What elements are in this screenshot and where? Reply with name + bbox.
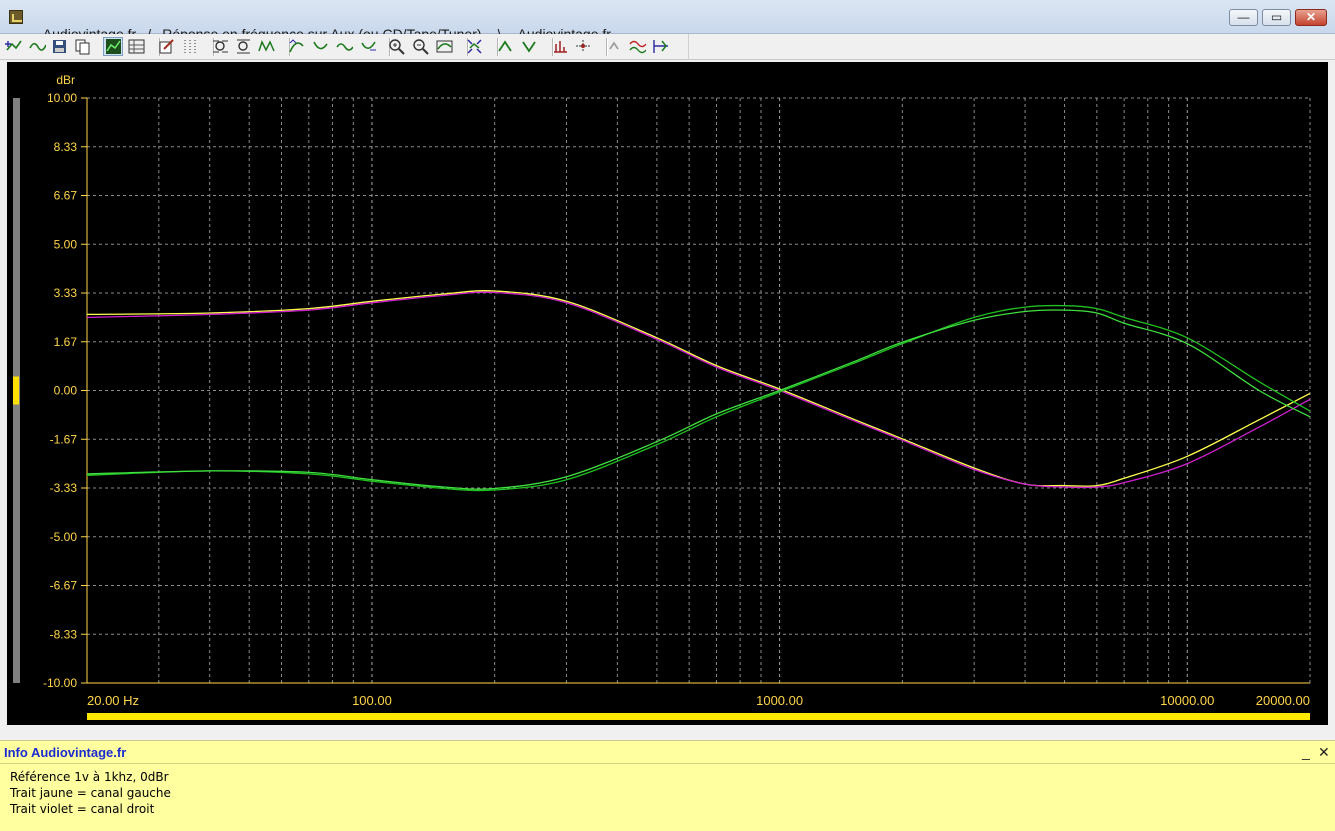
y-tick-label: -6.67 (50, 579, 78, 593)
compare-button[interactable] (627, 37, 647, 56)
horizontal-scrollbar[interactable] (87, 713, 1310, 720)
curve-down-icon (312, 41, 328, 50)
arrow-down-icon (521, 41, 536, 53)
maximize-button[interactable]: ▭ (1262, 9, 1291, 26)
y-tick-label: 3.33 (54, 286, 78, 300)
y-tick-label: -5.00 (50, 530, 78, 544)
edit-icon (159, 39, 174, 54)
save-button[interactable] (49, 37, 69, 56)
info-minimize-button[interactable]: _ (1302, 744, 1310, 760)
toolbar (0, 34, 1335, 60)
curve-shift-button[interactable] (334, 37, 354, 56)
series-line-1 (86, 290, 1311, 487)
info-line-right-channel: Trait violet = canal droit (10, 802, 155, 816)
add-curve-button[interactable] (3, 37, 23, 56)
plot-area: 10.00 8.33 6.67 5.00 3.33 1.67 0.00 -1.67 -3.33 -… (7, 62, 1328, 725)
curve-reset-icon (360, 41, 376, 51)
x-tick-label: 10000.00 (1160, 693, 1214, 708)
info-line-reference: Référence 1v à 1khz, 0dBr (10, 770, 169, 784)
settings-grid-button[interactable] (126, 37, 146, 56)
curve-up-button[interactable] (286, 37, 306, 56)
arrow-down-button[interactable] (519, 37, 539, 56)
y-tick-label: 1.67 (54, 335, 78, 349)
minimize-button[interactable]: — (1229, 9, 1258, 26)
save-icon (52, 40, 66, 53)
y-tick-label: 0.00 (54, 384, 78, 398)
curve-reset-button[interactable] (358, 37, 378, 56)
arrow-up-button[interactable] (495, 37, 515, 56)
zoom-y-button[interactable] (233, 37, 253, 56)
toolbar-edge (688, 34, 689, 60)
title-bar: Audiovintage.fr/Réponse en fréquence sur… (0, 0, 1335, 42)
zoom-y-icon (236, 39, 250, 54)
info-panel-title: Info Audiovintage.fr (4, 745, 127, 760)
dotted-grid-button[interactable] (180, 37, 200, 56)
edit-button[interactable] (156, 37, 176, 56)
arrow-up-icon (497, 40, 512, 52)
curve-down-button[interactable] (310, 37, 330, 56)
x-tick-label: 20.00 Hz (87, 693, 139, 708)
info-divider (0, 763, 1335, 764)
cursor-icon (652, 40, 668, 53)
wave-button[interactable] (27, 37, 47, 56)
zoom-in-button[interactable] (386, 37, 406, 56)
x-tick-label: 20000.00 (1256, 693, 1310, 708)
wave-icon (28, 42, 46, 51)
marker-button[interactable] (573, 37, 593, 56)
marker-icon (575, 40, 591, 52)
info-panel: Info Audiovintage.fr _ ✕ Référence 1v à … (0, 740, 1335, 831)
autoscale-button[interactable] (434, 37, 454, 56)
autoscale-icon (436, 40, 452, 53)
y-tick-label: -10.00 (43, 676, 77, 690)
zoom-x-icon (212, 40, 228, 53)
x-tick-label: 1000.00 (756, 693, 803, 708)
copy-button[interactable] (72, 37, 92, 56)
y-tick-label: -1.67 (50, 432, 78, 446)
copy-icon (75, 39, 89, 55)
info-close-button[interactable]: ✕ (1318, 744, 1330, 761)
fit-icon (466, 39, 482, 54)
series-line-2 (86, 291, 1311, 489)
y-tick-label: 10.00 (47, 91, 77, 105)
undo-button[interactable] (604, 37, 624, 56)
close-button[interactable]: ✕ (1295, 9, 1327, 26)
zoom-in-icon (388, 39, 405, 55)
frequency-response-chart: 10.00 8.33 6.67 5.00 3.33 1.67 0.00 -1.67 -3.33 -… (13, 73, 1311, 720)
signal-icon (257, 40, 275, 52)
series-line-3 (86, 304, 1311, 492)
settings-grid-icon (128, 39, 144, 54)
x-tick-label: 100.00 (352, 693, 392, 708)
add-curve-icon (4, 40, 22, 51)
info-line-left-channel: Trait jaune = canal gauche (10, 786, 171, 800)
curve-shift-icon (335, 43, 353, 51)
curve-up-icon (288, 39, 304, 53)
y-tick-label: 8.33 (54, 140, 78, 154)
graph-view-icon (105, 39, 121, 54)
measure-button[interactable] (550, 37, 570, 56)
y-axis-unit-label: dBr (56, 73, 75, 87)
compare-icon (628, 40, 646, 54)
zoom-out-icon (412, 39, 429, 55)
y-tick-label: 6.67 (54, 189, 78, 203)
y-tick-label: 5.00 (54, 237, 78, 251)
vertical-scrollbar-thumb[interactable] (13, 376, 19, 405)
signal-button[interactable] (256, 37, 276, 56)
zoom-x-button[interactable] (210, 37, 230, 56)
app-icon[interactable] (9, 10, 23, 24)
fit-button[interactable] (464, 37, 484, 56)
dotted-grid-icon (184, 40, 195, 54)
measure-icon (553, 41, 567, 53)
y-tick-label: -3.33 (50, 481, 78, 495)
cursor-button[interactable] (650, 37, 670, 56)
undo-icon (608, 41, 619, 50)
series-line-4 (86, 309, 1311, 490)
y-tick-label: -8.33 (50, 627, 78, 641)
zoom-out-button[interactable] (410, 37, 430, 56)
graph-view-button[interactable] (103, 37, 123, 56)
